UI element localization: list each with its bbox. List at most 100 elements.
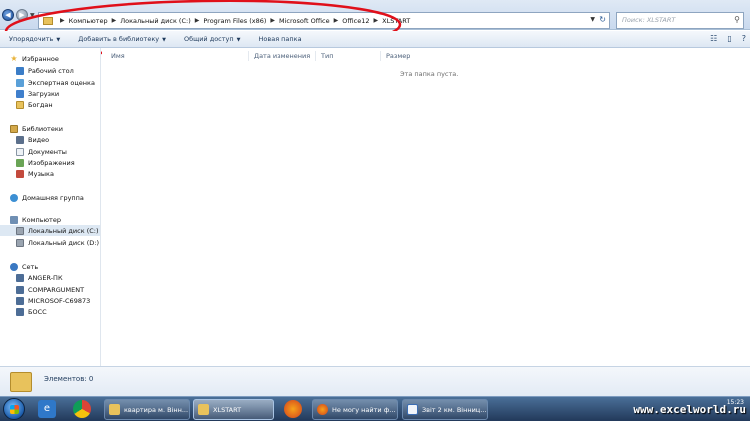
sidebar-item-label: Видео xyxy=(28,135,50,144)
share-button[interactable]: Общий доступ ▼ xyxy=(175,35,250,43)
library-icon xyxy=(10,124,18,133)
sidebar-item-bogdan[interactable]: Богдан xyxy=(16,99,116,110)
back-button[interactable]: ◀ xyxy=(2,9,14,21)
sidebar-item-label: MICROSOF-C69873 xyxy=(28,296,91,305)
sidebar-item-boss[interactable]: БОСС xyxy=(16,306,116,317)
refresh-icon[interactable]: ↻ xyxy=(599,15,606,24)
sidebar-item-anger-pc[interactable]: ANGER-ПК xyxy=(16,272,116,283)
homegroup-icon xyxy=(10,193,18,202)
breadcrumb[interactable]: ▶ Компьютер ▶ Локальный диск (C:) ▶ Prog… xyxy=(38,12,610,29)
start-button[interactable] xyxy=(3,398,25,420)
help-icon[interactable]: ? xyxy=(742,34,746,43)
sidebar-item-local-disk-d[interactable]: Локальный диск (D:) xyxy=(16,237,116,248)
taskbar: e квартира м. Вінн... XLSTART Не могу на… xyxy=(0,396,750,421)
chrome-icon[interactable] xyxy=(73,400,91,418)
sidebar-item-expert-rating[interactable]: Экспертная оценка xyxy=(16,77,116,88)
breadcrumb-local-disk-c[interactable]: Локальный диск (C:) xyxy=(120,17,191,25)
sidebar-item-label: Сеть xyxy=(22,262,39,271)
column-header-name[interactable]: Имя xyxy=(111,52,125,60)
sidebar-item-images[interactable]: Изображения xyxy=(16,157,116,168)
firefox-icon xyxy=(317,404,328,415)
chevron-down-icon: ▼ xyxy=(162,37,166,43)
computer-icon xyxy=(16,285,24,294)
view-options-icon[interactable]: ☷ xyxy=(710,34,717,43)
column-header-type[interactable]: Тип xyxy=(321,52,333,60)
desktop-icon xyxy=(16,66,24,75)
sidebar-item-label: Документы xyxy=(28,147,67,156)
sidebar-item-computer[interactable]: Компьютер xyxy=(10,214,110,225)
sidebar-item-network[interactable]: Сеть xyxy=(10,261,110,272)
sidebar-item-libraries[interactable]: Библиотеки xyxy=(10,123,110,134)
new-folder-button[interactable]: Новая папка xyxy=(250,35,311,43)
breadcrumb-office12[interactable]: Office12 xyxy=(342,17,369,25)
search-input[interactable]: Поиск: XLSTART ⚲ xyxy=(616,12,744,29)
breadcrumb-program-files-x86[interactable]: Program Files (x86) xyxy=(203,17,266,25)
sidebar-item-label: Музыка xyxy=(28,169,54,178)
breadcrumb-xlstart[interactable]: XLSTART xyxy=(382,17,410,25)
chevron-down-icon[interactable]: ▼ xyxy=(590,16,595,23)
taskbar-button-xlstart[interactable]: XLSTART xyxy=(193,399,274,420)
sidebar-item-downloads[interactable]: Загрузки xyxy=(16,88,116,99)
column-header-date[interactable]: Дата изменения xyxy=(254,52,310,60)
internet-explorer-icon[interactable]: e xyxy=(38,400,56,418)
add-to-library-button[interactable]: Добавить в библиотеку ▼ xyxy=(69,35,175,43)
breadcrumb-computer[interactable]: Компьютер xyxy=(69,17,108,25)
organize-button[interactable]: Упорядочить ▼ xyxy=(0,35,69,43)
sidebar-item-local-disk-c[interactable]: Локальный диск (C:) xyxy=(0,225,100,236)
chevron-right-icon[interactable]: ▶ xyxy=(112,17,117,24)
chevron-right-icon[interactable]: ▶ xyxy=(60,17,65,24)
empty-folder-message: Эта папка пуста. xyxy=(400,70,459,78)
sidebar-item-label: Загрузки xyxy=(28,89,60,98)
view-controls: ☷ ▯ ? xyxy=(710,34,746,43)
sidebar-item-label: Изображения xyxy=(28,158,75,167)
column-divider[interactable] xyxy=(315,51,316,61)
chevron-right-icon[interactable]: ▶ xyxy=(334,17,339,24)
chevron-down-icon: ▼ xyxy=(56,37,61,43)
column-header-size[interactable]: Размер xyxy=(386,52,410,60)
taskbar-button-word[interactable]: Звіт 2 км. Вінниц... xyxy=(402,399,488,420)
sidebar-item-label: COMPARGUMENT xyxy=(28,285,85,294)
sidebar-item-homegroup[interactable]: Домашняя группа xyxy=(10,192,110,203)
file-list-pane[interactable]: Имя Дата изменения Тип Размер Эта папка … xyxy=(102,48,750,366)
music-icon xyxy=(16,169,24,178)
breadcrumb-microsoft-office[interactable]: Microsoft Office xyxy=(279,17,330,25)
firefox-icon[interactable] xyxy=(284,400,302,418)
items-count: Элементов: 0 xyxy=(44,375,94,383)
windows-logo-icon xyxy=(10,405,19,414)
sidebar-item-music[interactable]: Музыка xyxy=(16,168,116,179)
task-label: XLSTART xyxy=(213,405,242,414)
chevron-right-icon[interactable]: ▶ xyxy=(195,17,200,24)
sidebar-item-compargument[interactable]: COMPARGUMENT xyxy=(16,284,116,295)
folder-icon xyxy=(16,100,24,109)
sidebar-item-video[interactable]: Видео xyxy=(16,134,116,145)
drive-icon xyxy=(16,226,24,235)
forward-button[interactable]: ▶ xyxy=(16,9,28,21)
computer-icon xyxy=(16,296,24,305)
sidebar-item-label: Экспертная оценка xyxy=(28,78,95,87)
sidebar-item-label: Избранное xyxy=(22,54,59,63)
chevron-right-icon[interactable]: ▶ xyxy=(374,17,379,24)
share-label: Общий доступ xyxy=(183,35,234,43)
sidebar-item-label: БОСС xyxy=(28,307,47,316)
search-icon[interactable]: ⚲ xyxy=(734,15,740,24)
column-divider[interactable] xyxy=(380,51,381,61)
organize-label: Упорядочить xyxy=(9,35,54,43)
preview-pane-icon[interactable]: ▯ xyxy=(727,34,731,43)
taskbar-button-folder-apartment[interactable]: квартира м. Вінн... xyxy=(104,399,190,420)
sidebar-item-favorites[interactable]: ★ Избранное xyxy=(10,53,110,64)
image-icon xyxy=(16,158,24,167)
recent-pages-dropdown[interactable]: ▼ xyxy=(30,12,35,19)
column-divider[interactable] xyxy=(248,51,249,61)
sidebar-item-label: Богдан xyxy=(28,100,53,109)
sidebar-item-documents[interactable]: Документы xyxy=(16,146,116,157)
command-bar: Упорядочить ▼ Добавить в библиотеку ▼ Общи… xyxy=(0,31,750,48)
word-document-icon xyxy=(407,404,418,415)
sidebar-item-microsof-c69873[interactable]: MICROSOF-C69873 xyxy=(16,295,116,306)
taskbar-button-firefox[interactable]: Не могу найти ф... xyxy=(312,399,398,420)
sidebar-item-desktop[interactable]: Рабочий стол xyxy=(16,65,116,76)
computer-icon xyxy=(16,307,24,316)
network-icon xyxy=(10,262,18,271)
search-placeholder: Поиск: XLSTART xyxy=(622,16,676,24)
sidebar-item-label: Библиотеки xyxy=(22,124,63,133)
chevron-right-icon[interactable]: ▶ xyxy=(270,17,275,24)
